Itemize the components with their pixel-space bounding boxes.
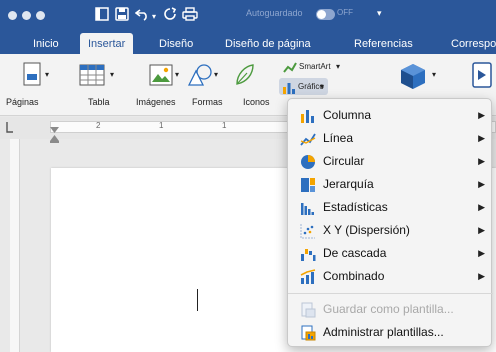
undo-icon[interactable] (134, 7, 151, 24)
customize-toolbar-icon[interactable]: ▾ (377, 8, 382, 19)
submenu-arrow-icon: ▶ (478, 202, 485, 212)
undo-menu-icon[interactable]: ▾ (152, 9, 156, 25)
redo-icon[interactable] (163, 7, 177, 24)
menu-item-line[interactable]: Línea ▶ (288, 128, 493, 150)
hanging-indent-icon[interactable] (50, 130, 59, 148)
menu-item-label: Guardar como plantilla... (323, 302, 454, 316)
tab-inicio[interactable]: Inicio (33, 38, 59, 50)
chart-dropdown-icon[interactable]: ▾ (320, 82, 324, 91)
tab-insertar[interactable]: Insertar (80, 33, 134, 54)
menu-item-label: Combinado (323, 269, 385, 283)
text-cursor (197, 289, 198, 311)
pages-icon[interactable] (23, 62, 43, 93)
statistics-chart-icon (300, 200, 316, 216)
tab-stop-selector-icon[interactable] (6, 120, 14, 138)
images-label: Imágenes (136, 97, 176, 107)
menu-item-save-template: Guardar como plantilla... (288, 299, 493, 321)
3d-models-icon[interactable] (398, 62, 428, 95)
submenu-arrow-icon: ▶ (478, 133, 485, 143)
manage-templates-icon (300, 325, 316, 341)
waterfall-chart-icon (300, 246, 316, 262)
autosave-toggle[interactable] (316, 9, 335, 20)
vertical-ruler (10, 139, 20, 352)
menu-item-label: Columna (323, 108, 372, 122)
submenu-arrow-icon: ▶ (478, 110, 485, 120)
ruler-mark: 1 (222, 121, 227, 130)
tab-diseno-de-pagina[interactable]: Diseño de página (225, 38, 311, 50)
menu-item-label: X Y (Dispersión) (323, 223, 410, 237)
shapes-label: Formas (192, 97, 223, 107)
sidebar-toggle-icon[interactable] (95, 7, 109, 24)
smartart-dropdown-icon[interactable]: ▾ (336, 62, 340, 71)
column-chart-icon (300, 108, 316, 124)
menu-item-label: Jerarquía (323, 177, 374, 191)
autosave-toggle-state: OFF (337, 8, 353, 17)
submenu-arrow-icon: ▶ (478, 271, 485, 281)
media-icon[interactable] (472, 62, 494, 93)
menu-item-hierarchy[interactable]: Jerarquía ▶ (288, 174, 493, 196)
toggle-knob (317, 10, 326, 19)
tab-correspondencia[interactable]: Correspo (451, 38, 496, 50)
scatter-chart-icon (300, 223, 316, 239)
shapes-icon[interactable] (187, 63, 213, 92)
tab-referencias[interactable]: Referencias (354, 38, 413, 50)
table-icon[interactable] (79, 64, 105, 91)
zoom-window-button[interactable] (36, 11, 45, 20)
menu-item-waterfall[interactable]: De cascada ▶ (288, 243, 493, 265)
icons-label: Iconos (243, 97, 270, 107)
menu-separator (288, 293, 493, 294)
submenu-arrow-icon: ▶ (478, 225, 485, 235)
3d-models-dropdown-icon[interactable]: ▾ (432, 70, 436, 79)
chart-menu: Columna ▶ Línea ▶ Circular ▶ Jerarquía ▶… (287, 98, 493, 347)
pie-chart-icon (300, 154, 316, 170)
chart-icon[interactable] (283, 81, 295, 99)
images-dropdown-icon[interactable]: ▾ (175, 70, 179, 79)
menu-item-column[interactable]: Columna ▶ (288, 105, 493, 127)
images-icon[interactable] (149, 64, 173, 91)
combo-chart-icon (300, 269, 316, 285)
hierarchy-chart-icon (300, 177, 316, 193)
menu-item-scatter[interactable]: X Y (Dispersión) ▶ (288, 220, 493, 242)
pages-dropdown-icon[interactable]: ▾ (45, 70, 49, 79)
pages-label: Páginas (6, 97, 39, 107)
menu-item-label: De cascada (323, 246, 387, 260)
menu-item-label: Circular (323, 154, 365, 168)
ruler-mark: 2 (96, 121, 101, 130)
line-chart-icon (300, 131, 316, 147)
menu-item-label: Administrar plantillas... (323, 325, 444, 339)
icons-icon[interactable] (233, 62, 257, 93)
menu-item-statistics[interactable]: Estadísticas ▶ (288, 197, 493, 219)
submenu-arrow-icon: ▶ (478, 179, 485, 189)
tab-diseno[interactable]: Diseño (159, 38, 193, 50)
submenu-arrow-icon: ▶ (478, 156, 485, 166)
menu-item-label: Estadísticas (323, 200, 388, 214)
table-label: Tabla (88, 97, 110, 107)
save-template-icon (300, 302, 316, 318)
smartart-label[interactable]: SmartArt (299, 62, 331, 71)
close-window-button[interactable] (8, 11, 17, 20)
save-icon[interactable] (115, 7, 129, 24)
shapes-dropdown-icon[interactable]: ▾ (214, 70, 218, 79)
minimize-window-button[interactable] (22, 11, 31, 20)
submenu-arrow-icon: ▶ (478, 248, 485, 258)
menu-item-label: Línea (323, 131, 354, 145)
table-dropdown-icon[interactable]: ▾ (110, 70, 114, 79)
ruler-mark: 1 (159, 121, 164, 130)
menu-item-manage-templates[interactable]: Administrar plantillas... (288, 322, 493, 344)
autosave-label: Autoguardado (246, 8, 303, 18)
menu-item-pie[interactable]: Circular ▶ (288, 151, 493, 173)
print-icon[interactable] (182, 7, 198, 24)
menu-item-combo[interactable]: Combinado ▶ (288, 266, 493, 288)
smartart-icon[interactable] (283, 60, 297, 78)
